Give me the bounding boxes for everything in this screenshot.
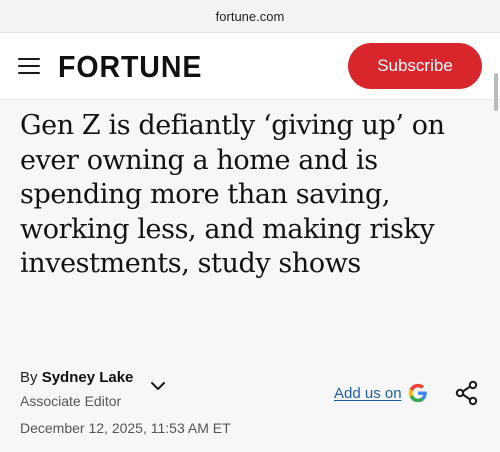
hamburger-menu-icon[interactable] <box>18 57 40 75</box>
subscribe-button[interactable]: Subscribe <box>348 43 482 89</box>
article-headline: Gen Z is defiantly ‘giving up’ on ever o… <box>20 110 445 280</box>
publish-date: December 12, 2025, 11:53 AM ET <box>20 420 231 436</box>
byline-prefix: By <box>20 369 38 386</box>
browser-url-bar[interactable]: fortune.com <box>0 0 500 32</box>
author-role: Associate Editor <box>20 393 122 409</box>
author-name[interactable]: Sydney Lake <box>42 369 134 386</box>
add-us-on-google-link[interactable]: Add us on <box>334 385 402 402</box>
site-header: FORTUNE Subscribe <box>0 32 500 111</box>
byline: By Sydney Lake <box>20 369 133 386</box>
fortune-logo[interactable]: FORTUNE <box>58 49 202 85</box>
url-text[interactable]: fortune.com <box>216 9 285 24</box>
chevron-down-icon[interactable] <box>150 378 166 394</box>
share-icon[interactable] <box>454 380 480 406</box>
scrollbar[interactable] <box>494 73 498 111</box>
google-g-icon[interactable] <box>407 382 429 404</box>
